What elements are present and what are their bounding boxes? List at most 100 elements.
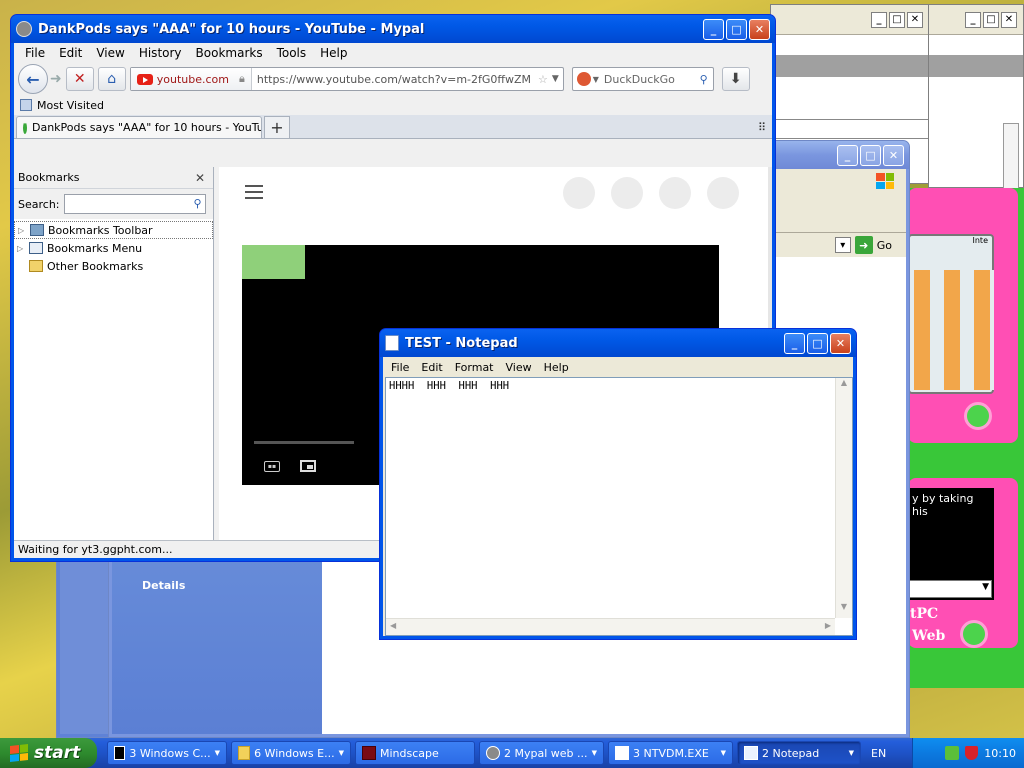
- menu-file[interactable]: File: [385, 361, 415, 374]
- scroll-down-icon[interactable]: ▼: [836, 602, 852, 618]
- minimize-icon[interactable]: _: [837, 144, 858, 166]
- minimize-icon[interactable]: _: [703, 18, 724, 40]
- expand-icon[interactable]: ▷: [17, 244, 25, 253]
- site-identity[interactable]: youtube.com 🔒︎: [130, 68, 252, 90]
- minimize-icon[interactable]: _: [965, 11, 981, 28]
- search-bar[interactable]: ▼ DuckDuckGo ⚲: [571, 67, 714, 91]
- tree-item-bookmarks-menu[interactable]: ▷ Bookmarks Menu: [14, 239, 213, 257]
- mypal-icon: [486, 746, 500, 760]
- url-dropdown-icon[interactable]: ▼: [552, 74, 563, 84]
- tree-item-other-bookmarks[interactable]: Other Bookmarks: [14, 257, 213, 275]
- green-play-button[interactable]: [964, 402, 992, 430]
- clock[interactable]: 10:10: [984, 747, 1016, 760]
- close-icon[interactable]: ✕: [883, 144, 904, 166]
- download-icon[interactable]: ⬇: [721, 67, 750, 91]
- app-dropdown[interactable]: ▼: [908, 580, 992, 598]
- close-icon[interactable]: ✕: [907, 11, 923, 28]
- tree-item-label: Bookmarks Toolbar: [48, 223, 153, 237]
- shield-icon[interactable]: [965, 746, 979, 760]
- forward-arrow-icon[interactable]: ➜: [50, 71, 62, 87]
- taskbar-button-mindscape[interactable]: Mindscape: [355, 741, 475, 765]
- taskbar-button-windows-c[interactable]: 3 Windows C... ▼: [107, 741, 227, 765]
- app-text-web: Web: [912, 628, 946, 644]
- menu-tools[interactable]: Tools: [270, 46, 314, 60]
- maximize-icon[interactable]: □: [860, 144, 881, 166]
- taskbar-button-ntvdm[interactable]: 3 NTVDM.EXE ▼: [608, 741, 733, 765]
- notepad-editor[interactable]: HHHH HHH HHH HHH ▲ ▼ ◀ ▶: [385, 377, 853, 636]
- scroll-left-icon[interactable]: ◀: [390, 621, 396, 630]
- menu-help[interactable]: Help: [538, 361, 575, 374]
- menu-view[interactable]: View: [500, 361, 538, 374]
- bookmark-star-icon[interactable]: ☆: [534, 73, 552, 86]
- network-icon[interactable]: [945, 746, 960, 760]
- mypal-app-icon: [16, 21, 32, 37]
- sidebar-search-input[interactable]: [63, 194, 206, 214]
- url-text[interactable]: https://www.youtube.com/watch?v=m-2fG0ff…: [252, 73, 534, 86]
- menu-bookmarks[interactable]: Bookmarks: [189, 46, 270, 60]
- chevron-down-icon: ▼: [982, 582, 989, 592]
- taskbar-button-notepad[interactable]: 2 Notepad ▼: [737, 741, 861, 765]
- notepad-text[interactable]: HHHH HHH HHH HHH: [386, 378, 852, 394]
- site-identity-label: youtube.com: [156, 72, 229, 86]
- close-icon[interactable]: ✕: [830, 332, 851, 354]
- close-icon[interactable]: ✕: [749, 18, 770, 40]
- maximize-icon[interactable]: □: [889, 11, 905, 28]
- app-text-tpc: tPC: [910, 606, 939, 622]
- captions-icon[interactable]: ▪▪: [264, 461, 280, 472]
- back-arrow-icon[interactable]: ←: [18, 64, 48, 94]
- progress-bar[interactable]: [254, 441, 354, 444]
- app-text-taking: y by taking his: [912, 492, 974, 518]
- home-icon[interactable]: ⌂: [97, 67, 126, 91]
- details-label[interactable]: Details: [142, 579, 185, 592]
- tree-item-bookmarks-toolbar[interactable]: ▷ Bookmarks Toolbar: [14, 221, 213, 239]
- maximize-icon[interactable]: □: [726, 18, 747, 40]
- new-tab-button[interactable]: +: [264, 116, 290, 138]
- start-button[interactable]: start: [0, 738, 97, 768]
- menu-help[interactable]: Help: [313, 46, 354, 60]
- maximize-icon[interactable]: □: [983, 11, 999, 28]
- expand-icon[interactable]: ▷: [18, 226, 26, 235]
- placeholder-circle-icon: [659, 177, 691, 209]
- tab-strip: DankPods says "AAA" for 10 hours - YouTu…: [14, 115, 772, 139]
- placeholder-circle-icon: [611, 177, 643, 209]
- menu-history[interactable]: History: [132, 46, 189, 60]
- scroll-up-icon[interactable]: ▲: [836, 378, 852, 394]
- scroll-right-icon[interactable]: ▶: [825, 621, 831, 630]
- address-dropdown[interactable]: ▾: [834, 237, 851, 253]
- start-label: start: [34, 743, 81, 763]
- notepad-window: TEST - Notepad _ □ ✕ File Edit Format Vi…: [379, 328, 857, 640]
- search-icon[interactable]: ⚲: [700, 73, 713, 86]
- maximize-icon[interactable]: □: [807, 332, 828, 354]
- duckduckgo-icon[interactable]: [576, 72, 591, 86]
- horizontal-scrollbar[interactable]: ◀ ▶: [386, 618, 835, 635]
- go-arrow-icon[interactable]: ➜: [854, 236, 873, 254]
- tab-list-icon[interactable]: ⠿: [758, 121, 766, 134]
- menu-file[interactable]: File: [18, 46, 52, 60]
- language-indicator[interactable]: EN: [871, 747, 886, 760]
- menu-edit[interactable]: Edit: [415, 361, 448, 374]
- most-visited-bookmark[interactable]: Most Visited: [37, 99, 104, 112]
- vertical-scrollbar[interactable]: ▲ ▼: [835, 378, 852, 618]
- menu-view[interactable]: View: [89, 46, 131, 60]
- minimize-icon[interactable]: _: [784, 332, 805, 354]
- sidebar-close-icon[interactable]: ✕: [195, 171, 205, 185]
- menu-format[interactable]: Format: [449, 361, 500, 374]
- taskbar-button-windows-e[interactable]: 6 Windows E... ▼: [231, 741, 351, 765]
- url-bar[interactable]: youtube.com 🔒︎ https://www.youtube.com/w…: [129, 67, 564, 91]
- go-button-label[interactable]: Go: [877, 239, 892, 252]
- menu-edit[interactable]: Edit: [52, 46, 89, 60]
- green-search-button[interactable]: [960, 620, 988, 648]
- hamburger-menu-icon[interactable]: [245, 185, 263, 199]
- miniplayer-icon[interactable]: [300, 460, 316, 472]
- menu-bar: File Edit View History Bookmarks Tools H…: [14, 43, 772, 63]
- search-placeholder[interactable]: DuckDuckGo: [599, 73, 700, 86]
- search-icon[interactable]: ⚲: [193, 197, 201, 210]
- taskbar-button-label: 2 Notepad: [762, 746, 820, 760]
- minimize-icon[interactable]: _: [871, 11, 887, 28]
- close-icon[interactable]: ✕: [1001, 11, 1017, 28]
- tab-youtube[interactable]: DankPods says "AAA" for 10 hours - YouTu…: [16, 116, 262, 138]
- taskbar-button-mypal[interactable]: 2 Mypal web ... ▼: [479, 741, 604, 765]
- windows-logo-icon: [876, 173, 894, 189]
- stop-icon[interactable]: ✕: [65, 67, 94, 91]
- lock-icon: 🔒︎: [238, 72, 245, 85]
